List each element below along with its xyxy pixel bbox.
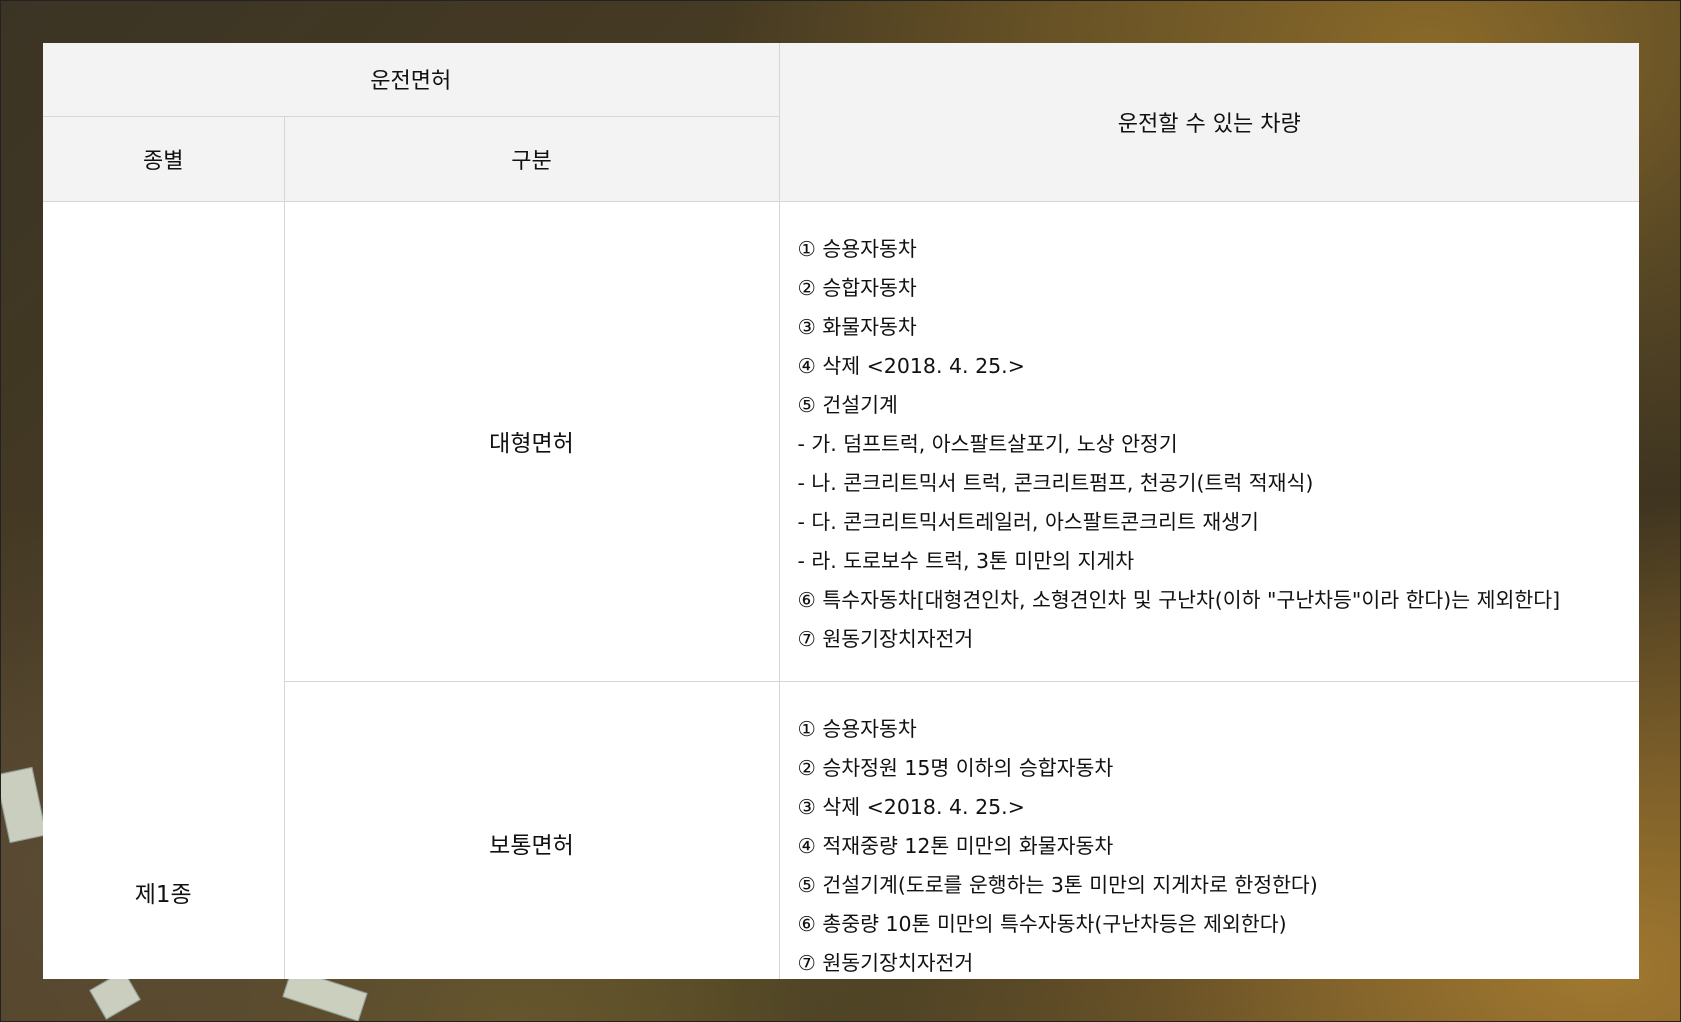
category-cell: 보통면허 (284, 680, 780, 979)
vehicles-cell: ① 승용자동차 ② 승합자동차 ③ 화물자동차 ④ 삭제 <2018. 4. 2… (778, 200, 1640, 682)
header-type: 종별 (43, 115, 285, 202)
list-item: ③ 화물자동차 (797, 314, 917, 339)
list-item: ① 승용자동차 (797, 236, 917, 261)
vehicle-list: ① 승용자동차 ② 승합자동차 ③ 화물자동차 ④ 삭제 <2018. 4. 2… (798, 230, 1640, 659)
list-item: ⑥ 특수자동차[대형견인차, 소형견인차 및 구난차(이하 "구난차등"이라 한… (797, 587, 1561, 612)
list-item: ⑥ 총중량 10톤 미만의 특수자동차(구난차등은 제외한다) (797, 911, 1287, 936)
vehicles-cell: ① 승용자동차 ② 승차정원 15명 이하의 승합자동차 ③ 삭제 <2018.… (778, 680, 1640, 980)
license-table-card: 운전면허 운전할 수 있는 차량 종별 구분 제1종 대형면허 ① 승용자동차 … (43, 43, 1639, 979)
type-cell: 제1종 (43, 200, 285, 979)
background-paper-decoration (0, 766, 47, 844)
list-item: ② 승합자동차 (797, 275, 917, 300)
list-item: ⑦ 원동기장치자전거 (797, 950, 974, 975)
list-item: - 가. 덤프트럭, 아스팔트살포기, 노상 안정기 (797, 431, 1178, 456)
list-item: - 다. 콘크리트믹서트레일러, 아스팔트콘크리트 재생기 (797, 509, 1259, 534)
category-cell: 대형면허 (283, 200, 780, 682)
list-item: - 라. 도로보수 트럭, 3톤 미만의 지게차 (797, 548, 1135, 573)
list-item: ⑤ 건설기계(도로를 운행하는 3톤 미만의 지게차로 한정한다) (797, 872, 1318, 897)
list-item: ④ 삭제 <2018. 4. 25.> (797, 353, 1025, 378)
list-item: ④ 적재중량 12톤 미만의 화물자동차 (797, 833, 1114, 858)
vehicle-list: ① 승용자동차 ② 승차정원 15명 이하의 승합자동차 ③ 삭제 <2018.… (798, 710, 1640, 980)
table-row: 제1종 대형면허 ① 승용자동차 ② 승합자동차 ③ 화물자동차 ④ 삭제 <2… (43, 200, 1640, 979)
list-item: ① 승용자동차 (797, 716, 917, 741)
list-item: ③ 삭제 <2018. 4. 25.> (797, 794, 1025, 819)
list-item: ② 승차정원 15명 이하의 승합자동차 (797, 755, 1114, 780)
header-vehicles: 운전할 수 있는 차량 (778, 43, 1639, 202)
license-table: 운전면허 운전할 수 있는 차량 종별 구분 제1종 대형면허 ① 승용자동차 … (43, 43, 1639, 979)
list-item: ⑦ 원동기장치자전거 (797, 626, 974, 651)
list-item: ⑤ 건설기계 (797, 392, 898, 417)
header-category: 구분 (283, 115, 779, 202)
header-license-group: 운전면허 (43, 43, 780, 117)
list-item: - 나. 콘크리트믹서 트럭, 콘크리트펌프, 천공기(트럭 적재식) (797, 470, 1314, 495)
